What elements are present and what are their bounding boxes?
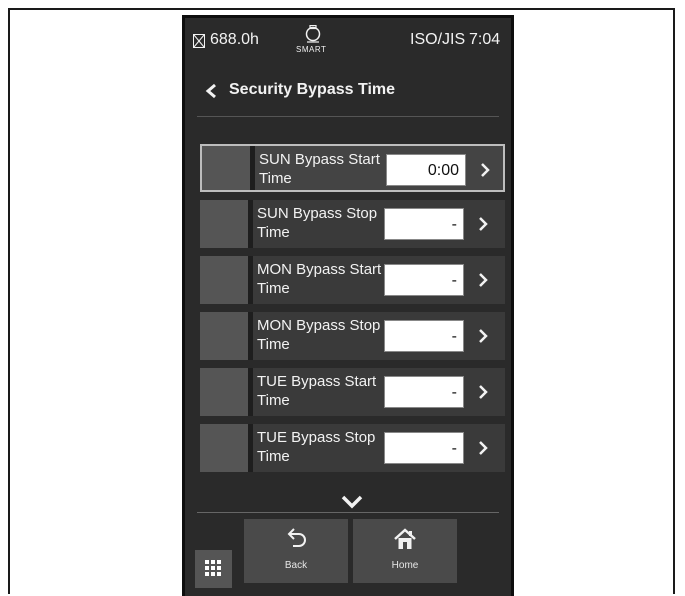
smart-bulb-icon xyxy=(305,25,321,43)
home-button[interactable]: Home xyxy=(353,519,457,583)
time-field[interactable]: - xyxy=(384,376,464,408)
list-item[interactable]: SUN Bypass Start Time 0:00 xyxy=(200,144,505,192)
chevron-right-icon[interactable] xyxy=(479,161,491,179)
row-separator xyxy=(250,146,255,190)
chevron-right-icon[interactable] xyxy=(477,439,489,457)
page-title: Security Bypass Time xyxy=(229,81,396,98)
chevron-left-icon[interactable] xyxy=(205,83,217,99)
row-label: TUE Bypass Start Time xyxy=(257,373,377,409)
row-separator xyxy=(248,256,253,304)
header-divider xyxy=(197,116,499,117)
back-label: Back xyxy=(284,560,308,571)
row-select-area[interactable] xyxy=(200,368,248,416)
chevron-right-icon[interactable] xyxy=(477,327,489,345)
operating-hours: 688.0h xyxy=(210,31,259,48)
time-field[interactable]: - xyxy=(384,264,464,296)
row-select-area[interactable] xyxy=(200,200,248,248)
row-select-area[interactable] xyxy=(200,256,248,304)
chevron-right-icon[interactable] xyxy=(477,383,489,401)
footer-divider xyxy=(197,512,499,513)
device-screen: 688.0h SMART ISO/JIS 7:04 Security Bypas… xyxy=(182,15,514,596)
list-item[interactable]: TUE Bypass Stop Time - xyxy=(200,424,505,472)
chevron-down-icon[interactable] xyxy=(339,494,365,510)
undo-arrow-icon xyxy=(287,528,306,547)
time-field[interactable]: - xyxy=(384,208,464,240)
row-separator xyxy=(248,200,253,248)
row-label: MON Bypass Start Time xyxy=(257,261,382,297)
row-separator xyxy=(248,424,253,472)
home-icon xyxy=(394,528,416,549)
row-label: TUE Bypass Stop Time xyxy=(257,429,376,465)
row-label: MON Bypass Stop Time xyxy=(257,317,381,353)
row-select-area[interactable] xyxy=(202,146,250,190)
back-button[interactable]: Back xyxy=(244,519,348,583)
menu-grid-button[interactable] xyxy=(195,550,232,588)
chevron-right-icon[interactable] xyxy=(477,215,489,233)
list-item[interactable]: MON Bypass Stop Time - xyxy=(200,312,505,360)
list-item[interactable]: MON Bypass Start Time - xyxy=(200,256,505,304)
status-bar: 688.0h SMART ISO/JIS 7:04 xyxy=(185,18,511,62)
row-label: SUN Bypass Stop Time xyxy=(257,205,378,241)
chevron-right-icon[interactable] xyxy=(477,271,489,289)
time-field[interactable]: - xyxy=(384,432,464,464)
time-field[interactable]: 0:00 xyxy=(386,154,466,186)
smart-mode-label: SMART xyxy=(296,45,327,54)
row-label: SUN Bypass Start Time xyxy=(259,151,380,187)
grid-icon xyxy=(205,560,221,576)
hourglass-icon xyxy=(193,34,205,48)
row-separator xyxy=(248,368,253,416)
home-label: Home xyxy=(391,560,419,571)
list-item[interactable]: TUE Bypass Start Time - xyxy=(200,368,505,416)
standard-label: ISO/JIS xyxy=(410,31,466,48)
row-select-area[interactable] xyxy=(200,312,248,360)
row-separator xyxy=(248,312,253,360)
list-item[interactable]: SUN Bypass Stop Time - xyxy=(200,200,505,248)
page-header: Security Bypass Time xyxy=(185,73,511,109)
time-field[interactable]: - xyxy=(384,320,464,352)
clock: 7:04 xyxy=(469,31,501,48)
row-select-area[interactable] xyxy=(200,424,248,472)
